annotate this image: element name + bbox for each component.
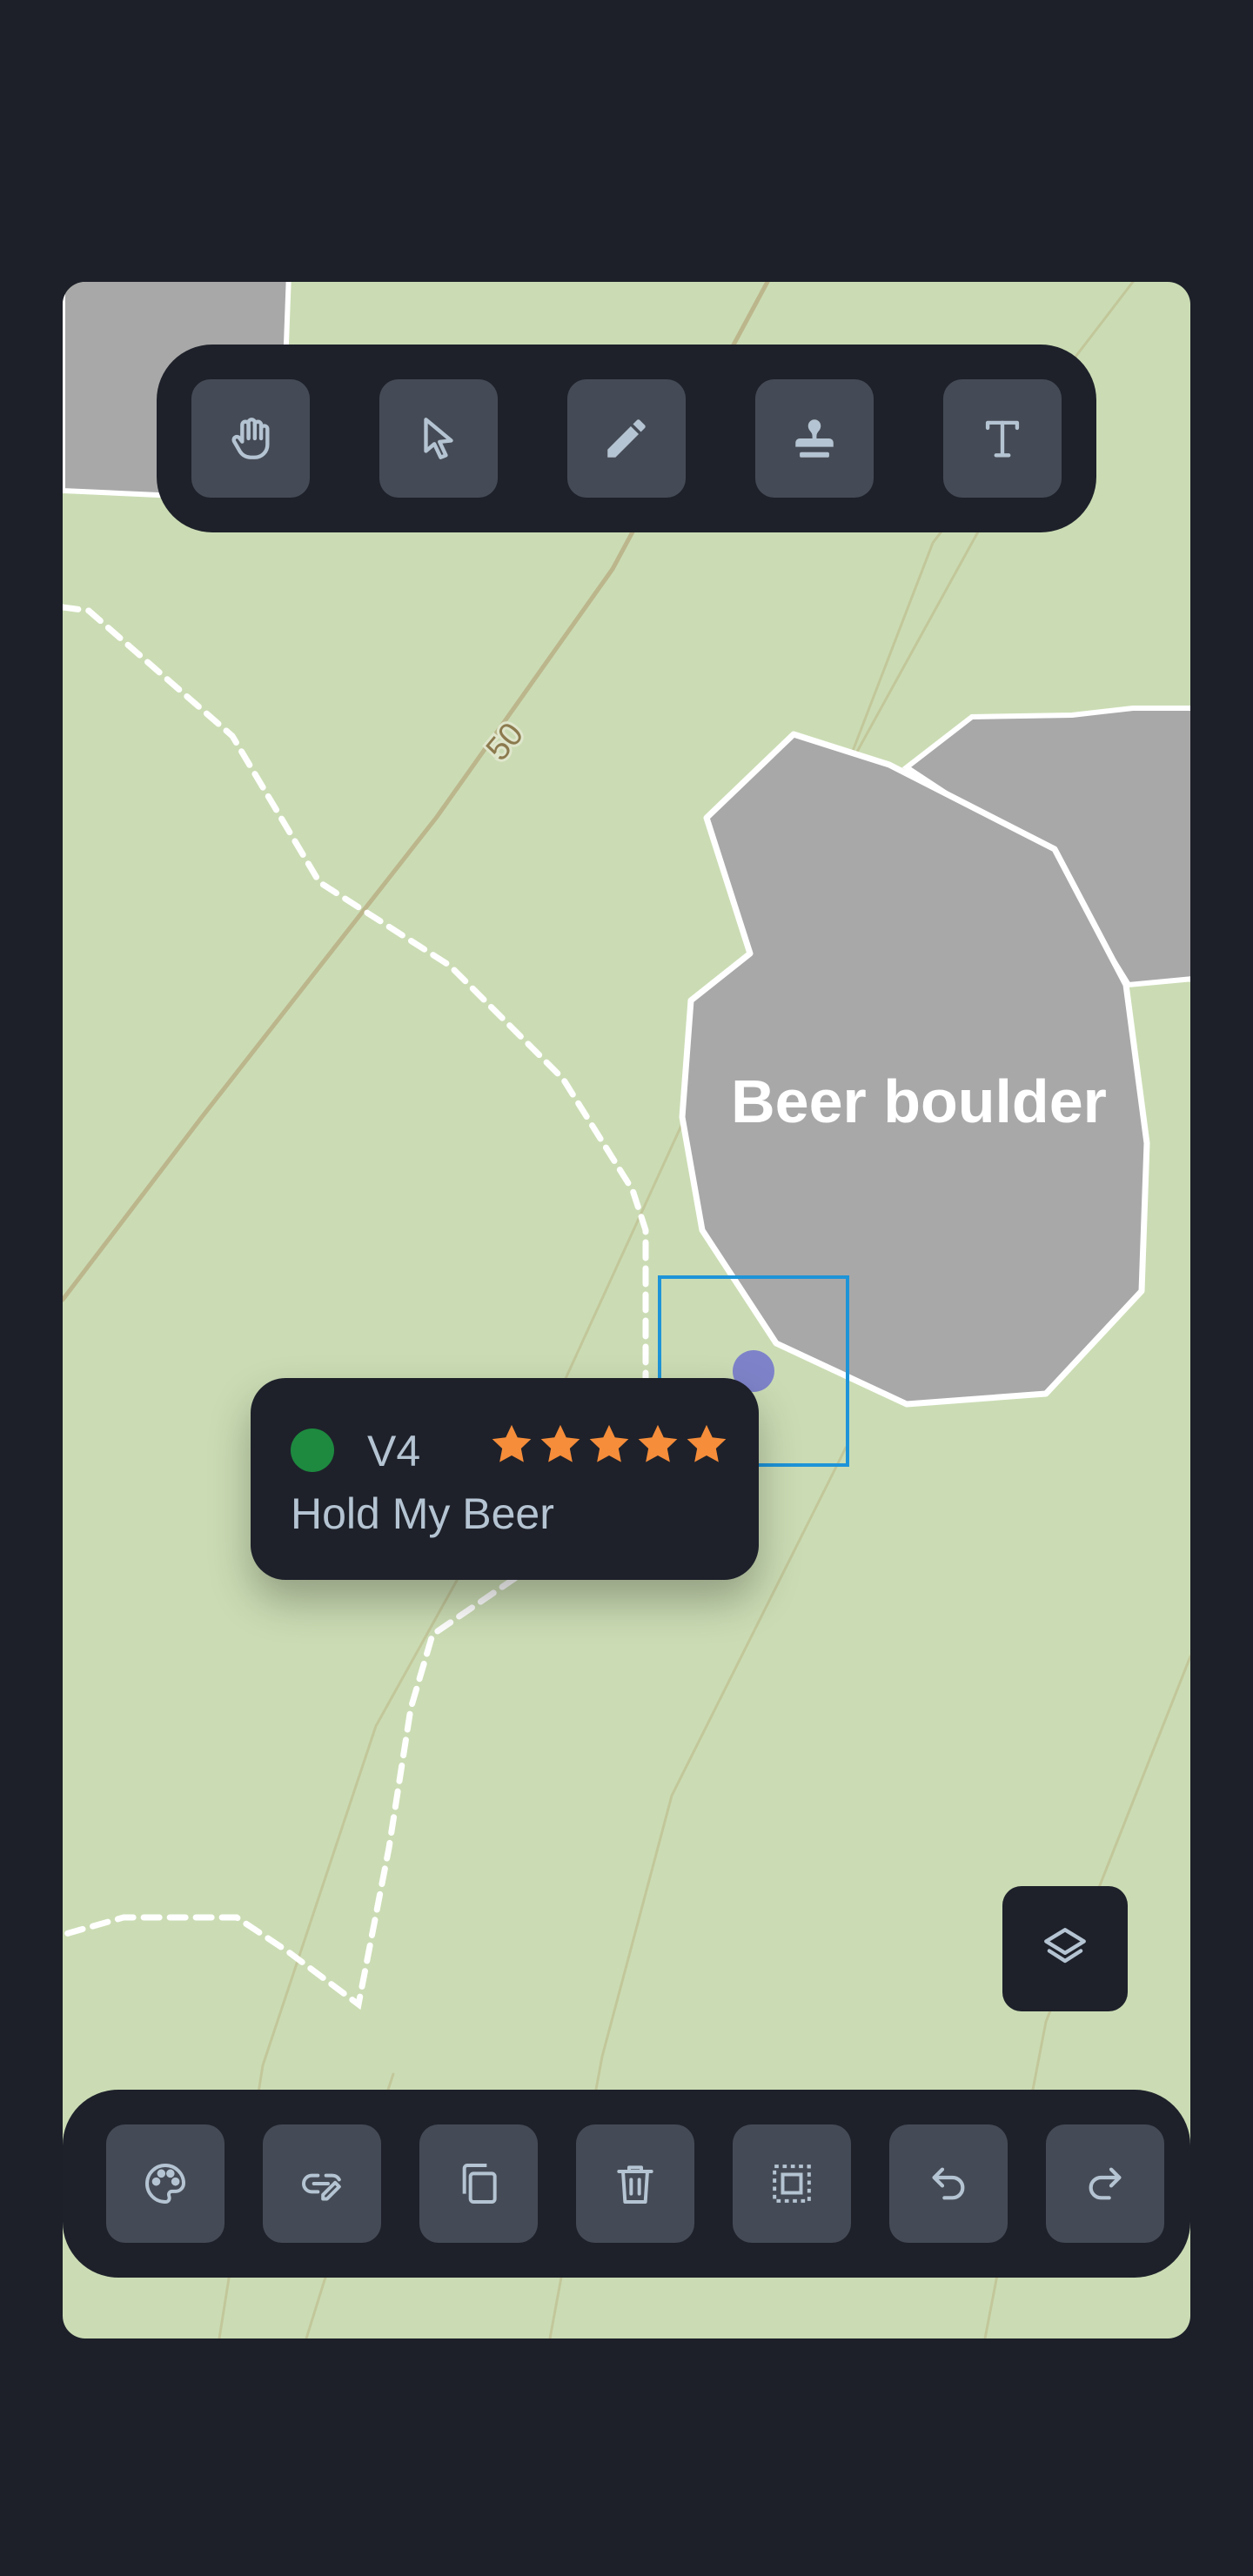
- star-rating: [489, 1422, 729, 1467]
- map-layer[interactable]: 50 Beer boulder: [63, 282, 1190, 2338]
- copy-icon: [462, 2164, 497, 2204]
- redo-button[interactable]: [1046, 2124, 1164, 2243]
- layers-icon: [1044, 1928, 1086, 1964]
- grade-color-indicator: [291, 1429, 334, 1472]
- trail-path: [63, 604, 649, 1434]
- trash-icon: [617, 2165, 653, 2204]
- star-icon: [687, 1424, 727, 1462]
- undo-button[interactable]: [889, 2124, 1008, 2243]
- tool-toolbar: [157, 345, 1096, 532]
- stamp-icon: [795, 419, 834, 458]
- pan-tool-button[interactable]: [191, 379, 310, 498]
- star-icon: [638, 1424, 678, 1462]
- route-info-card[interactable]: V4 Hold My Beer: [251, 1378, 759, 1580]
- redo-icon: [1089, 2167, 1122, 2200]
- stamp-tool-button[interactable]: [755, 379, 874, 498]
- select-frame-button[interactable]: [733, 2124, 851, 2243]
- text-tool-button[interactable]: [943, 379, 1062, 498]
- text-icon: [985, 420, 1020, 458]
- map-canvas[interactable]: 50 Beer boulder V4 Hold My Beer: [63, 282, 1190, 2338]
- hand-icon: [231, 418, 270, 459]
- star-icon: [540, 1424, 580, 1462]
- duplicate-button[interactable]: [419, 2124, 538, 2243]
- boulder-label: Beer boulder: [731, 1067, 1107, 1135]
- pencil-icon: [607, 419, 646, 458]
- action-toolbar: [63, 2090, 1190, 2278]
- draw-tool-button[interactable]: [567, 379, 686, 498]
- select-tool-button[interactable]: [379, 379, 498, 498]
- trail-path: [63, 1575, 519, 2011]
- contour-label: 50: [479, 716, 531, 767]
- pointer-icon: [424, 418, 453, 459]
- route-name: Hold My Beer: [291, 1489, 554, 1538]
- select-frame-icon: [773, 2165, 811, 2203]
- palette-icon: [145, 2164, 185, 2204]
- delete-button[interactable]: [576, 2124, 694, 2243]
- color-button[interactable]: [106, 2124, 224, 2243]
- star-icon: [589, 1424, 629, 1462]
- link-edit-icon: [302, 2173, 341, 2201]
- star-icon: [492, 1424, 532, 1462]
- route-grade: V4: [367, 1427, 421, 1475]
- edit-link-button[interactable]: [263, 2124, 381, 2243]
- layers-button[interactable]: [1002, 1886, 1128, 2011]
- undo-icon: [932, 2167, 965, 2200]
